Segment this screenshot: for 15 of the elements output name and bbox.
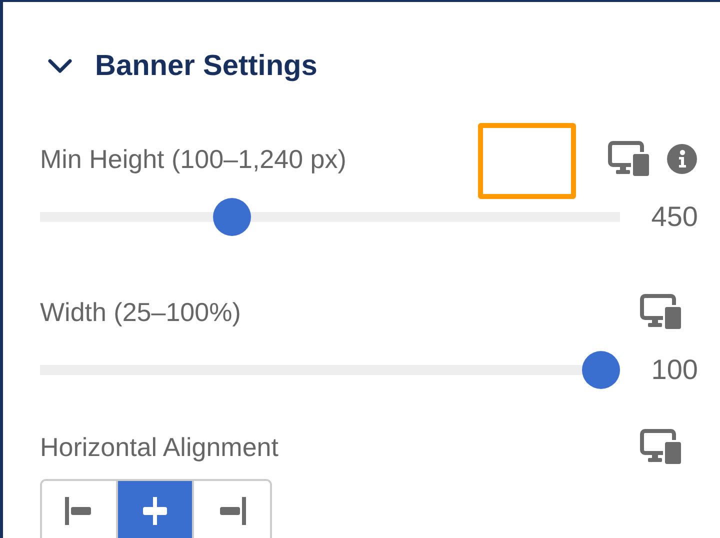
chevron-icon[interactable] [47,58,73,74]
info-icon[interactable] [666,143,698,175]
alignment-button[interactable] [118,481,194,538]
slider-value: 100 [650,354,698,386]
setting-label: Width (25–100%) [40,296,242,328]
slider-value: 450 [650,201,698,233]
slider-thumb[interactable] [213,198,252,236]
section-title: Banner Settings [95,50,318,82]
slider-thumb[interactable] [582,351,620,389]
devices-icon[interactable] [640,293,684,331]
setting-label: Min Height (100–1,240 px) [40,144,348,174]
setting-label: Horizontal Alignment [40,432,280,462]
alignment-button[interactable] [42,481,118,538]
devices-icon[interactable] [640,428,684,466]
devices-icon[interactable] [608,140,652,178]
